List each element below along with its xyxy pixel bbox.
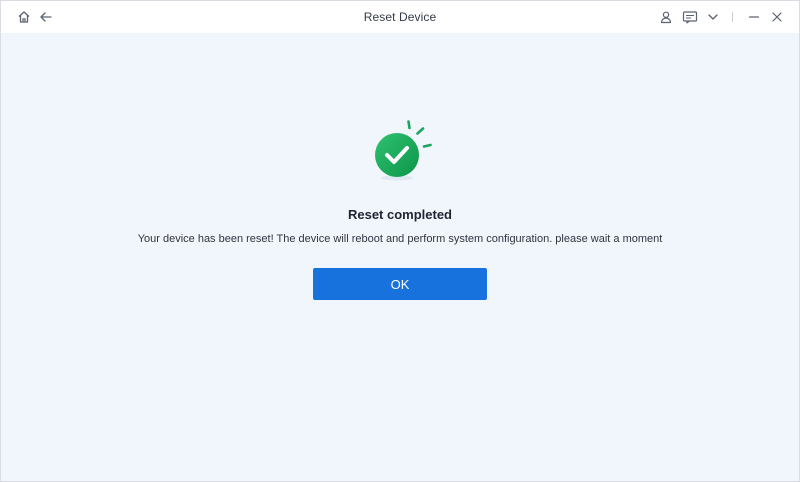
result-description: Your device has been reset! The device w… [137, 233, 663, 245]
ok-button[interactable]: OK [313, 268, 487, 300]
feedback-icon[interactable] [681, 8, 699, 26]
chevron-down-icon[interactable] [704, 8, 722, 26]
titlebar-divider [732, 12, 733, 22]
close-icon[interactable] [768, 8, 786, 26]
main-content: Reset completed Your device has been res… [1, 33, 799, 481]
minimize-icon[interactable] [745, 8, 763, 26]
title-bar: Reset Device [1, 1, 799, 33]
result-title: Reset completed [347, 207, 453, 222]
check-circle-icon [366, 118, 438, 182]
window-title: Reset Device [363, 10, 437, 24]
app-window: Reset Device Reset completed Your device… [0, 0, 800, 482]
user-icon[interactable] [657, 8, 675, 26]
